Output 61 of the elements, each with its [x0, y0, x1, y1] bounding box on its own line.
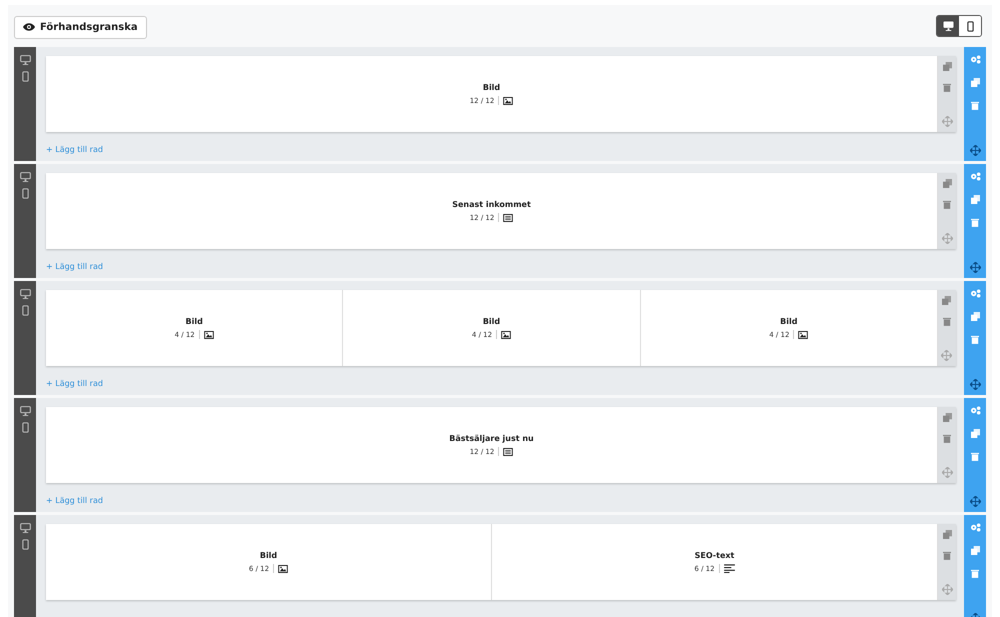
preview-button[interactable]: Förhandsgranska: [14, 16, 147, 38]
move-icon[interactable]: [942, 584, 952, 595]
desktop-icon: [20, 523, 30, 533]
image-icon: [204, 330, 214, 338]
copy-icon[interactable]: [942, 413, 952, 422]
copy-icon[interactable]: [942, 296, 952, 305]
mobile-icon: [22, 305, 28, 316]
copy-icon[interactable]: [970, 546, 980, 555]
trash-icon[interactable]: [971, 218, 979, 227]
trash-icon[interactable]: [943, 200, 951, 209]
block-title: Bild: [780, 317, 798, 326]
block-title: Bästsäljare just nu: [449, 434, 534, 443]
move-icon[interactable]: [942, 467, 952, 478]
trash-icon[interactable]: [943, 83, 951, 92]
trash-icon[interactable]: [971, 335, 979, 344]
image-icon: [501, 330, 512, 338]
desktop-icon: [942, 21, 954, 31]
eye-icon: [23, 23, 35, 31]
block-title: SEO-text: [694, 551, 734, 560]
trash-icon[interactable]: [971, 101, 979, 110]
block-title: Bild: [482, 83, 500, 92]
copy-icon[interactable]: [970, 312, 980, 321]
desktop-icon: [20, 289, 30, 299]
desktop-view-button[interactable]: [937, 16, 959, 36]
move-icon[interactable]: [942, 233, 952, 244]
move-icon[interactable]: [941, 350, 952, 361]
move-icon[interactable]: [942, 116, 952, 127]
move-icon[interactable]: [970, 379, 980, 390]
desktop-icon: [20, 406, 30, 416]
mobile-icon: [22, 71, 28, 82]
image-icon: [798, 330, 808, 338]
text-align-icon: [724, 564, 735, 573]
copy-icon[interactable]: [942, 530, 952, 539]
move-icon[interactable]: [970, 145, 980, 156]
list-icon: [503, 448, 514, 456]
mobile-view-button[interactable]: [959, 16, 981, 36]
trash-icon[interactable]: [943, 551, 951, 560]
image-icon: [278, 564, 288, 572]
block-title: Bild: [186, 317, 203, 326]
copy-icon[interactable]: [970, 195, 980, 204]
copy-icon[interactable]: [942, 62, 952, 71]
trash-icon[interactable]: [971, 569, 979, 578]
move-icon[interactable]: [970, 262, 980, 273]
trash-icon[interactable]: [942, 317, 951, 326]
copy-icon[interactable]: [942, 179, 952, 188]
trash-icon[interactable]: [943, 434, 951, 443]
mobile-icon: [22, 188, 28, 199]
mobile-icon: [22, 422, 28, 433]
image-icon: [503, 96, 514, 104]
desktop-icon: [20, 55, 30, 65]
block-title: Bild: [260, 551, 278, 560]
list-icon: [503, 214, 514, 222]
block-title: Bild: [482, 317, 500, 326]
mobile-icon: [966, 20, 974, 32]
desktop-icon: [20, 172, 30, 182]
mobile-icon: [22, 539, 28, 550]
block-title: Senast inkommet: [452, 200, 531, 209]
move-icon[interactable]: [970, 496, 980, 507]
copy-icon[interactable]: [970, 78, 980, 87]
trash-icon[interactable]: [971, 452, 979, 461]
copy-icon[interactable]: [970, 429, 980, 438]
